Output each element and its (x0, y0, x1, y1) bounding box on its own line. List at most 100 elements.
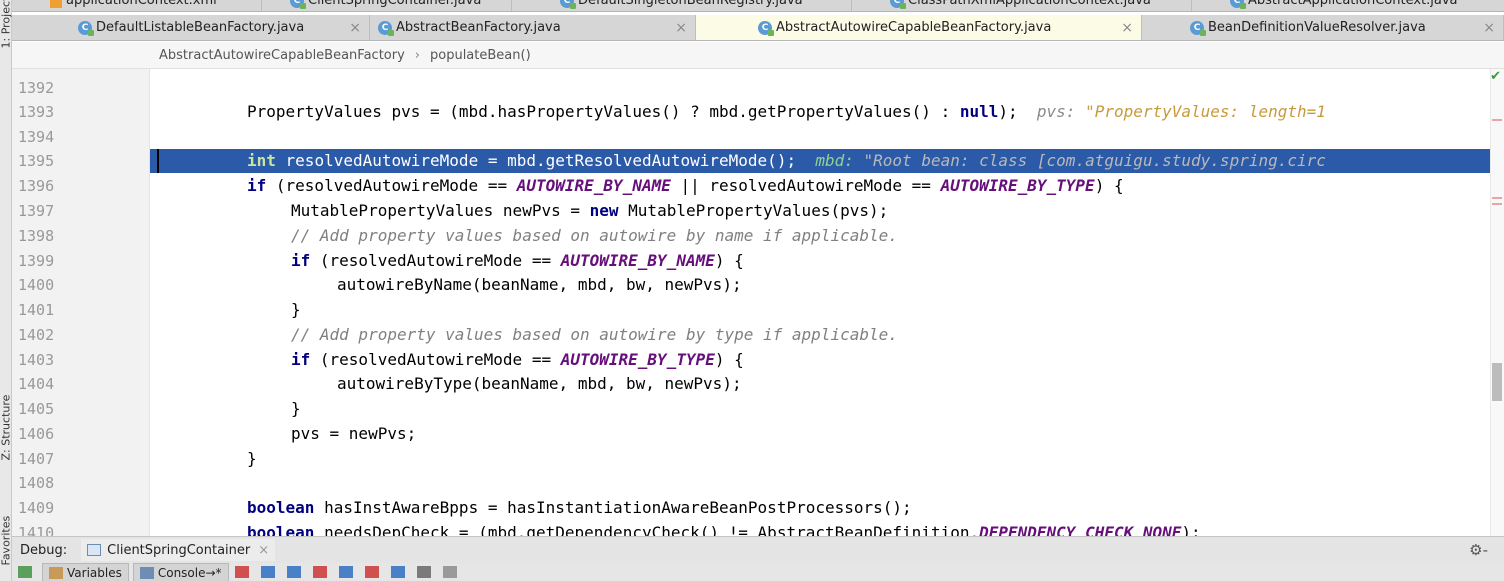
class-icon: C (1230, 0, 1246, 9)
debug-tool-window-header: Debug: ClientSpringContainer × ⚙- (12, 536, 1504, 563)
class-icon: C (1190, 20, 1206, 36)
tab-label: AbstractApplicationContext.java (1248, 0, 1458, 8)
trace-icon[interactable] (442, 566, 457, 578)
favorites-tool-button[interactable]: Favorites (0, 516, 13, 566)
error-stripe-mark[interactable] (1492, 119, 1502, 121)
code-line-1400: autowireByName(beanName, mbd, bw, newPvs… (337, 275, 742, 294)
inspection-ok-icon: ✔ (1490, 69, 1501, 84)
code-line-1396: if (resolvedAutowireMode == AUTOWIRE_BY_… (247, 176, 1124, 195)
error-stripe-mark[interactable] (1492, 197, 1502, 199)
tab-default-singleton-bean-registry[interactable]: C DefaultSingletonBeanRegistry.java (552, 0, 852, 11)
gear-icon[interactable]: ⚙- (1469, 541, 1488, 559)
code-line-1395-execution-point: int resolvedAutowireMode = mbd.getResolv… (150, 149, 1490, 173)
line-number: 1397 (18, 202, 55, 220)
console-label: Console (157, 565, 206, 580)
tab-application-context[interactable]: applicationContext.xml (42, 0, 262, 11)
editor-scrollbar[interactable]: ✔ (1490, 69, 1504, 536)
variables-icon (49, 566, 63, 579)
debug-label: Debug: (20, 542, 68, 558)
line-number: 1405 (18, 400, 55, 418)
show-execution-point-icon[interactable] (234, 566, 249, 578)
inline-debug-value: "PropertyValues: length=1 (1085, 102, 1326, 121)
breadcrumb: AbstractAutowireCapableBeanFactory › pop… (12, 42, 1504, 69)
breadcrumb-separator: › (414, 47, 420, 63)
code-line-1393: PropertyValues pvs = (mbd.hasPropertyVal… (247, 102, 1326, 121)
project-tool-button[interactable]: 1: Project (0, 0, 13, 49)
run-to-cursor-icon[interactable] (390, 566, 405, 578)
variables-label: Variables (67, 565, 122, 580)
inline-debug-name: mbd: (815, 151, 854, 170)
close-icon[interactable]: × (1121, 20, 1133, 36)
line-number: 1406 (18, 425, 55, 443)
rerun-icon[interactable] (18, 566, 32, 578)
close-icon[interactable]: × (675, 20, 687, 36)
tab-label: ClassPathXmlApplicationContext.java (908, 0, 1151, 8)
line-number: 1407 (18, 450, 55, 468)
breadcrumb-method[interactable]: populateBean() (430, 48, 531, 63)
line-number: 1399 (18, 252, 55, 270)
inline-debug-name: pvs: (1036, 102, 1076, 121)
tab-label: applicationContext.xml (66, 0, 217, 8)
tab-client-spring-container[interactable]: C ClientSpringContainer.java (282, 0, 512, 11)
tab-variables[interactable]: Variables (42, 563, 129, 581)
code-line-1405: } (291, 399, 301, 418)
tab-label: AbstractAutowireCapableBeanFactory.java (776, 20, 1052, 35)
line-number: 1409 (18, 499, 55, 517)
tab-label: BeanDefinitionValueResolver.java (1208, 20, 1426, 35)
line-number: 1396 (18, 177, 55, 195)
class-icon: C (290, 0, 306, 9)
line-number: 1401 (18, 301, 55, 319)
console-icon (139, 566, 154, 579)
text-caret (157, 149, 159, 173)
console-suffix: →* (205, 565, 222, 580)
evaluate-expression-icon[interactable] (416, 566, 431, 578)
editor-gutter[interactable]: 1392 1393 1394 1395 1396 1397 1398 1399 … (12, 69, 150, 542)
tab-abstract-autowire-capable-bean-factory[interactable]: C AbstractAutowireCapableBeanFactory.jav… (696, 15, 1142, 40)
tab-label: DefaultSingletonBeanRegistry.java (578, 0, 803, 8)
code-line-1409: boolean hasInstAwareBpps = hasInstantiat… (247, 498, 912, 517)
tab-abstract-application-context[interactable]: C AbstractApplicationContext.java (1222, 0, 1504, 11)
line-number: 1395 (18, 152, 55, 170)
code-line-1403: if (resolvedAutowireMode == AUTOWIRE_BY_… (291, 350, 744, 369)
tab-default-listable-bean-factory[interactable]: C DefaultListableBeanFactory.java × (70, 15, 370, 40)
line-number: 1398 (18, 227, 55, 245)
code-line-1398: // Add property values based on autowire… (291, 226, 898, 245)
close-icon[interactable]: × (258, 543, 269, 558)
scrollbar-thumb[interactable] (1492, 363, 1502, 401)
step-out-icon[interactable] (338, 566, 353, 578)
tab-label: DefaultListableBeanFactory.java (96, 20, 305, 35)
step-over-icon[interactable] (260, 566, 275, 578)
close-icon[interactable]: × (1483, 20, 1495, 36)
line-number: 1394 (18, 128, 55, 146)
line-number: 1408 (18, 474, 55, 492)
drop-frame-icon[interactable] (364, 566, 379, 578)
class-icon: C (378, 20, 394, 36)
code-line-1406: pvs = newPvs; (291, 424, 417, 443)
debug-session-label: ClientSpringContainer (107, 542, 251, 558)
application-icon (87, 544, 102, 556)
code-line-1410: boolean needsDepCheck = (mbd.getDependen… (247, 523, 1201, 536)
class-icon: C (560, 0, 576, 9)
debug-toolbar: Variables Console →* (12, 563, 1504, 581)
editor-tab-row: C DefaultListableBeanFactory.java × C Ab… (12, 15, 1504, 41)
code-line-1402: // Add property values based on autowire… (291, 325, 898, 344)
tab-console[interactable]: Console →* (132, 563, 229, 581)
code-line-1399: if (resolvedAutowireMode == AUTOWIRE_BY_… (291, 251, 744, 270)
close-icon[interactable]: × (349, 20, 361, 36)
line-number: 1393 (18, 103, 55, 121)
error-stripe-mark[interactable] (1492, 203, 1502, 205)
code-line-1401: } (291, 300, 301, 319)
breadcrumb-class[interactable]: AbstractAutowireCapableBeanFactory (159, 48, 405, 63)
code-editor[interactable]: PropertyValues pvs = (mbd.hasPropertyVal… (150, 69, 1490, 536)
line-number: 1392 (18, 79, 55, 97)
class-icon: C (78, 20, 94, 36)
line-number: 1404 (18, 375, 55, 393)
tab-class-path-xml-application-context[interactable]: C ClassPathXmlApplicationContext.java (882, 0, 1192, 11)
debug-session-tab[interactable]: ClientSpringContainer × (81, 539, 276, 561)
tab-abstract-bean-factory[interactable]: C AbstractBeanFactory.java × (370, 15, 696, 40)
code-line-1404: autowireByType(beanName, mbd, bw, newPvs… (337, 374, 742, 393)
tab-bean-definition-value-resolver[interactable]: C BeanDefinitionValueResolver.java × (1142, 15, 1504, 40)
force-step-into-icon[interactable] (312, 566, 327, 578)
structure-tool-button[interactable]: Z: Structure (0, 395, 13, 461)
step-into-icon[interactable] (286, 566, 301, 578)
